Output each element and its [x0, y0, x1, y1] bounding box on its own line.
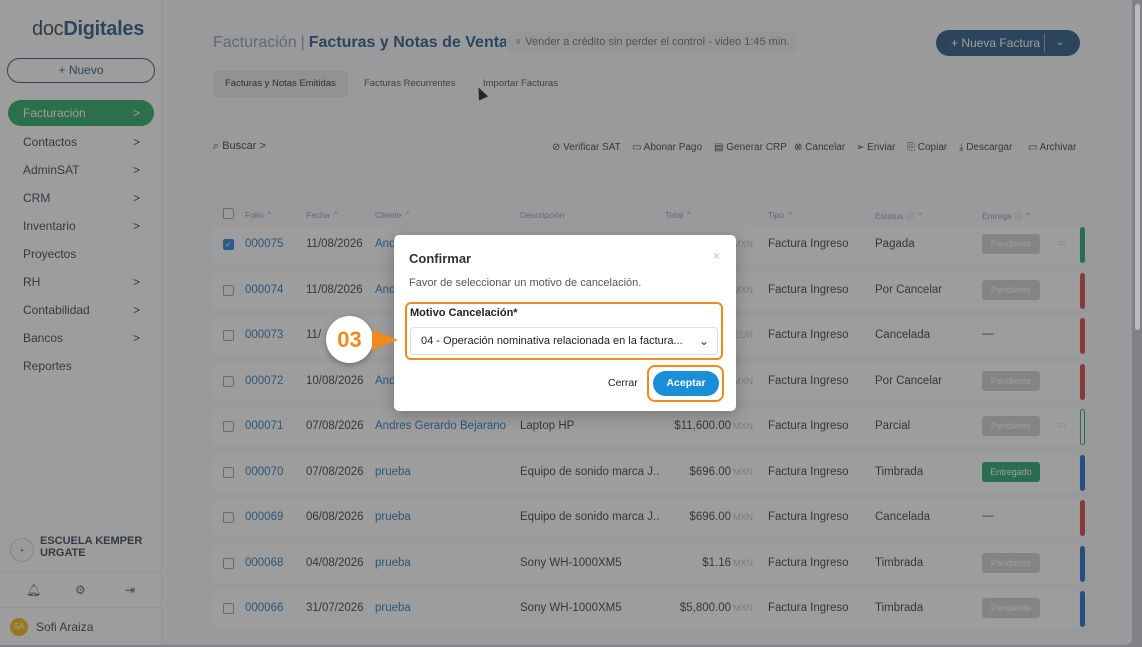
accept-button[interactable]: Aceptar: [653, 371, 719, 396]
highlight-box: Aceptar: [647, 365, 724, 402]
chevron-down-icon: ⌄: [698, 334, 709, 348]
scrollbar-thumb[interactable]: [1135, 4, 1140, 330]
confirm-cancel-dialog: Confirmar × Favor de seleccionar un moti…: [394, 235, 736, 411]
close-button[interactable]: Cerrar: [608, 377, 638, 389]
app-window: docDigitales + Nuevo Facturación> Contac…: [0, 0, 1132, 645]
highlight-box: Motivo Cancelación* 04 - Operación nomin…: [405, 302, 723, 360]
dialog-title: Confirmar: [409, 251, 472, 266]
cancel-reason-select[interactable]: 04 - Operación nominativa relacionada en…: [410, 327, 718, 355]
close-icon[interactable]: ×: [713, 249, 720, 263]
step-number-badge: 03: [326, 316, 373, 363]
pointer-arrow-icon: [372, 330, 398, 350]
field-label: Motivo Cancelación*: [410, 307, 518, 319]
scrollbar[interactable]: [1133, 0, 1142, 645]
dialog-message: Favor de seleccionar un motivo de cancel…: [409, 277, 642, 289]
